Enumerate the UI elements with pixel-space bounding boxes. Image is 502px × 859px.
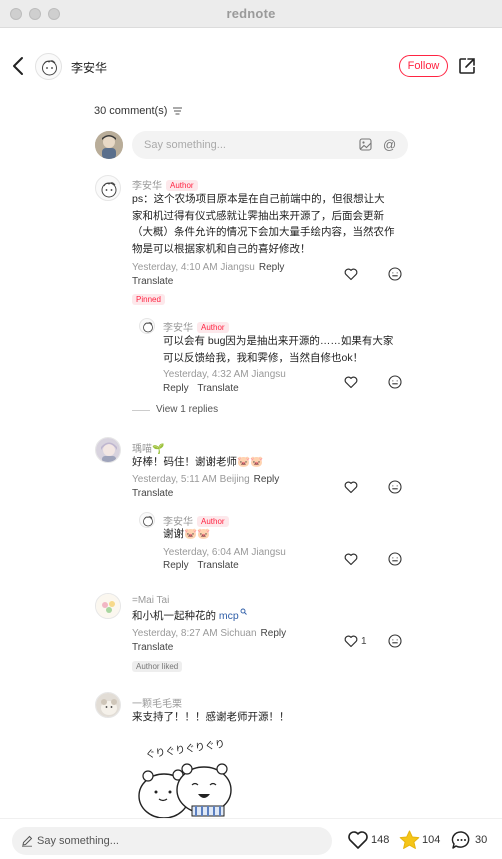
- commenter-avatar[interactable]: [95, 692, 121, 718]
- like-count: 1: [361, 636, 367, 647]
- collect-total: 104: [422, 834, 441, 846]
- comment-meta: Yesterday, 5:11 AM Beijing Reply: [132, 474, 279, 485]
- commenter-avatar[interactable]: [95, 437, 121, 463]
- mcp-link-text: mcp: [218, 610, 239, 622]
- comment-timestamp: Yesterday, 5:11 AM Beijing: [132, 474, 250, 485]
- comment-line: ps：这个农场项目原本是在自己前端中的，但很想让大: [132, 193, 385, 205]
- bottom-input-placeholder: Say something...: [37, 835, 119, 847]
- pinned-badge: Pinned: [132, 294, 165, 305]
- translate-button[interactable]: Translate: [132, 488, 173, 499]
- reply-avatar[interactable]: [139, 318, 155, 334]
- reply-text: 可以会有 bug因为是抽出来开源的……如果有大家 可以反馈给我，我和霁修，当然自…: [163, 333, 403, 366]
- heart-icon[interactable]: [344, 267, 358, 281]
- window-titlebar: rednote: [0, 0, 502, 28]
- mcp-link[interactable]: mcp: [218, 608, 247, 622]
- comment-text: 和小机一起种花的 mcp: [132, 608, 372, 625]
- emoji-icon[interactable]: [388, 634, 402, 648]
- sticker-image[interactable]: ぐりぐりぐりぐり: [132, 736, 252, 818]
- heart-icon[interactable]: [344, 480, 358, 494]
- author-tag: Author: [166, 180, 198, 191]
- sticker-text: ぐりぐりぐりぐり: [145, 738, 226, 761]
- commenter-name[interactable]: 李安华 Author: [132, 177, 198, 192]
- reply-text: 谢谢🐷🐷: [163, 528, 211, 540]
- like-total: 148: [371, 834, 390, 846]
- comment-timestamp: Yesterday, 4:10 AM Jiangsu: [132, 262, 255, 273]
- view-replies-button[interactable]: View 1 replies: [156, 404, 218, 415]
- translate-button[interactable]: Translate: [132, 642, 173, 653]
- translate-button[interactable]: Translate: [132, 276, 173, 287]
- my-avatar: [95, 131, 123, 159]
- at-icon[interactable]: @: [383, 137, 396, 152]
- emoji-icon[interactable]: [388, 552, 402, 566]
- image-icon[interactable]: [359, 138, 372, 151]
- reply-line: 可以会有 bug因为是抽出来开源的……如果有大家: [163, 335, 394, 347]
- comment-text-body: 和小机一起种花的: [132, 610, 216, 622]
- note-header: 李安华 Follow: [0, 28, 502, 104]
- back-arrow-icon[interactable]: [10, 56, 28, 76]
- heart-icon[interactable]: [344, 552, 358, 566]
- comment-input[interactable]: Say something... @: [132, 131, 408, 159]
- window-title: rednote: [226, 6, 276, 21]
- commenter-name[interactable]: =Mai Tai: [132, 595, 169, 606]
- commenter-avatar[interactable]: [95, 593, 121, 619]
- translate-button[interactable]: Translate: [197, 383, 238, 394]
- emoji-icon[interactable]: [388, 375, 402, 389]
- translate-button[interactable]: Translate: [197, 560, 238, 571]
- comment-count-label: 30 comment(s): [94, 105, 168, 117]
- comment-input-placeholder: Say something...: [144, 139, 226, 151]
- heart-icon[interactable]: [344, 634, 358, 648]
- emoji-icon[interactable]: [388, 480, 402, 494]
- comment-text: ps：这个农场项目原本是在自己前端中的，但很想让大 家和机过得有仪式感就让霁抽出…: [132, 191, 432, 257]
- commenter-name[interactable]: 一颗毛毛栗: [132, 695, 182, 710]
- reply-button[interactable]: Reply: [163, 560, 189, 571]
- reply-line: 可以反馈给我，我和霁修，当然自修也ok！: [163, 351, 364, 364]
- bottom-comment-input[interactable]: Say something...: [12, 827, 332, 855]
- comment-meta: Yesterday, 4:10 AM Jiangsu Reply: [132, 262, 284, 273]
- star-icon[interactable]: [399, 830, 420, 850]
- sort-icon[interactable]: [173, 107, 183, 115]
- heart-icon[interactable]: [344, 375, 358, 389]
- reply-actions: Reply Translate: [163, 383, 239, 394]
- pen-icon: [22, 835, 33, 847]
- author-tag: Author: [197, 322, 229, 333]
- comment-timestamp: Yesterday, 8:27 AM Sichuan: [132, 628, 257, 639]
- commenter-name[interactable]: 瑀喵🌱: [132, 440, 164, 455]
- reply-avatar[interactable]: [139, 512, 155, 528]
- reply-button[interactable]: Reply: [254, 474, 280, 485]
- comment-line: （大概）条件允许的情况下会加大量手绘内容，当然农作: [132, 226, 395, 238]
- follow-button[interactable]: Follow: [399, 55, 448, 77]
- reply-button[interactable]: Reply: [163, 383, 189, 394]
- reply-button[interactable]: Reply: [261, 628, 287, 639]
- comment-text: 来支持了！！！感谢老师开源！！: [132, 711, 290, 723]
- commenter-avatar[interactable]: [95, 175, 121, 201]
- share-icon[interactable]: [458, 57, 476, 75]
- comment-count[interactable]: 30 comment(s): [94, 105, 183, 117]
- reply-meta: Yesterday, 4:32 AM Jiangsu: [163, 369, 286, 380]
- reply-button[interactable]: Reply: [259, 262, 285, 273]
- view-replies-divider: [132, 410, 150, 411]
- comment-total: 30: [475, 834, 488, 846]
- author-avatar[interactable]: [35, 53, 62, 80]
- comment-line: 家和机过得有仪式感就让霁抽出来开源了，后面会更新: [132, 209, 384, 222]
- reply-meta: Yesterday, 6:04 AM Jiangsu: [163, 547, 286, 558]
- search-link-icon: [240, 608, 247, 615]
- comment-text: 好棒！码住！谢谢老师🐷🐷: [132, 456, 264, 468]
- heart-icon[interactable]: [347, 830, 369, 850]
- comment-line: 物是可以根据家机和自己的喜好修改！: [132, 242, 311, 255]
- reply-name[interactable]: 李安华 Author: [163, 319, 229, 334]
- comment-meta: Yesterday, 8:27 AM Sichuan Reply: [132, 628, 286, 639]
- emoji-icon[interactable]: [388, 267, 402, 281]
- bottom-bar: Say something... 148 104 30: [0, 818, 502, 859]
- reply-actions: Reply Translate: [163, 560, 239, 571]
- author-name[interactable]: 李安华: [71, 59, 107, 76]
- comment-icon[interactable]: [451, 830, 472, 850]
- author-liked-badge: Author liked: [132, 661, 183, 672]
